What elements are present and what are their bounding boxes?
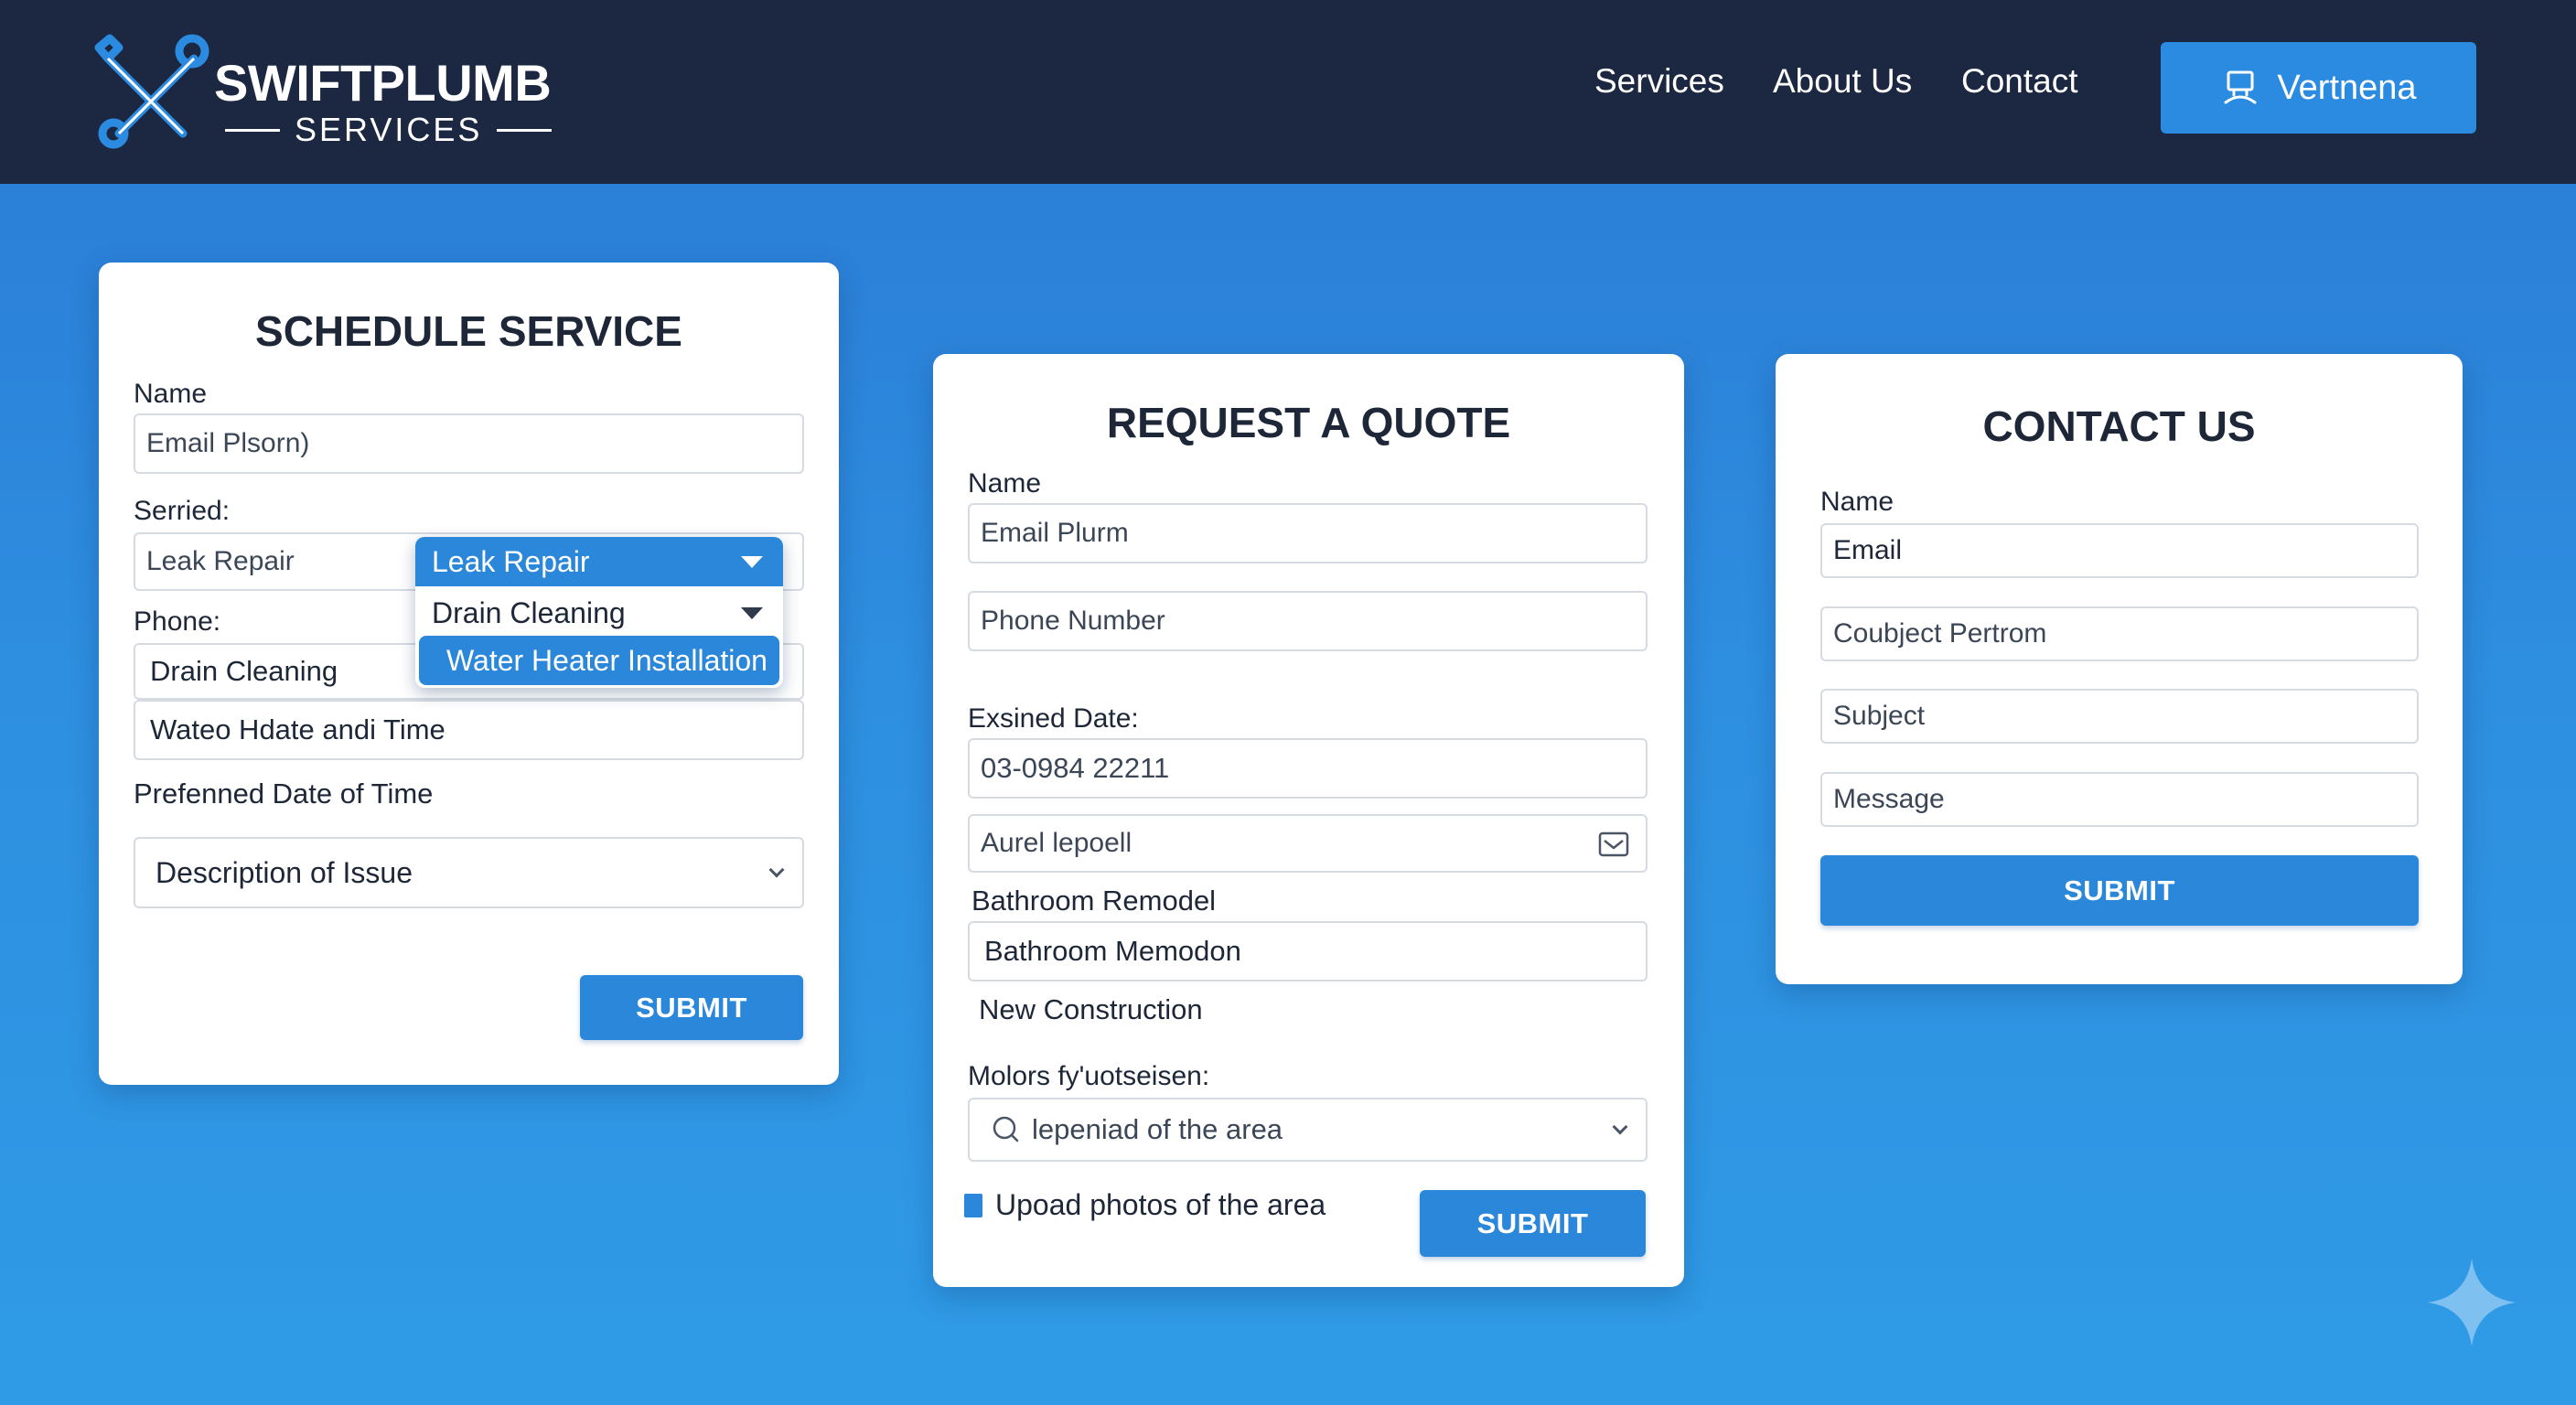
quote-date-input[interactable]: 03-0984 22211	[968, 738, 1648, 799]
dropdown-selected-label: Leak Repair	[432, 544, 590, 578]
schedule-service-label: Serried:	[134, 496, 231, 526]
quote-new-construction-option[interactable]: New Construction	[979, 993, 1203, 1026]
contact-message-input[interactable]: Message	[1820, 772, 2419, 827]
sparkle-icon	[2428, 1259, 2516, 1346]
schedule-name-label: Name	[134, 379, 208, 409]
header-cta-button[interactable]: Vertnena	[2161, 42, 2476, 134]
search-icon	[993, 1116, 1019, 1142]
contact-subject-input[interactable]: Subject	[1820, 689, 2419, 744]
tagline-text: SERVICES	[295, 111, 483, 148]
contact-submit-button[interactable]: SUBMIT	[1820, 855, 2419, 926]
chevron-down-icon	[1612, 1119, 1628, 1135]
dropdown-option-drain-cleaning[interactable]: Drain Cleaning	[415, 588, 783, 638]
quote-area-select-value: lepeniad of the area	[1032, 1113, 1283, 1145]
schedule-date-time-input[interactable]: Wateo Hdate andi Time	[134, 700, 804, 760]
schedule-name-input[interactable]: Email Plsorn)	[134, 413, 804, 474]
quote-project-label: Bathroom Remodel	[971, 885, 1217, 917]
quote-project-input[interactable]: Bathroom Memodon	[968, 921, 1648, 981]
schedule-preferred-label: Prefenned Date of Time	[134, 778, 434, 810]
upload-photos-label: Upoad photos of the area	[995, 1188, 1326, 1221]
quote-submit-button[interactable]: SUBMIT	[1420, 1190, 1646, 1257]
nav-about-us[interactable]: About Us	[1773, 62, 1912, 101]
contact-email-input[interactable]: Email	[1820, 523, 2419, 578]
schedule-title: SCHEDULE SERVICE	[255, 307, 682, 355]
wrench-cross-icon	[94, 34, 209, 149]
contact-us-card: CONTACT US Name Email Coubject Pertrom S…	[1776, 354, 2463, 984]
desktop-user-icon	[2224, 70, 2257, 104]
cta-label: Vertnena	[2277, 68, 2417, 107]
contact-name-label: Name	[1820, 487, 1894, 517]
quote-email-value: Aurel lepoell	[981, 828, 1132, 858]
site-header: SWIFTPLUMB SERVICES Services About Us Co…	[0, 0, 2576, 184]
quote-name-label: Name	[968, 468, 1042, 499]
tagline-rule-left	[225, 128, 280, 132]
quote-phone-input[interactable]: Phone Number	[968, 591, 1648, 651]
quote-email-input[interactable]: Aurel lepoell	[968, 814, 1648, 873]
upload-photos-checkbox[interactable]	[964, 1194, 982, 1217]
nav-services[interactable]: Services	[1594, 62, 1724, 101]
request-quote-card: REQUEST A QUOTE Name Email Plurm Phone N…	[933, 354, 1684, 1287]
nav-contact[interactable]: Contact	[1961, 62, 2078, 101]
contact-subject-person-input[interactable]: Coubject Pertrom	[1820, 606, 2419, 661]
brand-name: SWIFTPLUMB	[214, 54, 552, 112]
quote-motors-label: Molors fy'uotseisen:	[968, 1061, 1210, 1091]
dropdown-option-label: Drain Cleaning	[432, 595, 626, 629]
quote-area-select[interactable]: lepeniad of the area	[968, 1098, 1648, 1162]
dropdown-selected-leak-repair[interactable]: Leak Repair	[415, 537, 783, 586]
chevron-down-icon	[768, 862, 785, 878]
schedule-issue-select-value: Description of Issue	[156, 855, 413, 889]
quote-name-input[interactable]: Email Plurm	[968, 503, 1648, 563]
quote-date-label: Exsined Date:	[968, 703, 1139, 734]
dropdown-option-water-heater[interactable]: Water Heater Installation	[419, 636, 779, 685]
service-dropdown-menu: Leak Repair Drain Cleaning Water Heater …	[415, 537, 783, 688]
schedule-submit-button[interactable]: SUBMIT	[580, 975, 803, 1040]
quote-title: REQUEST A QUOTE	[1106, 399, 1511, 446]
schedule-phone-label: Phone:	[134, 606, 221, 637]
contact-title: CONTACT US	[1982, 402, 2256, 450]
envelope-icon[interactable]	[1598, 831, 1629, 858]
schedule-issue-select[interactable]: Description of Issue	[134, 837, 804, 908]
brand-tagline: SERVICES	[225, 108, 553, 152]
brand-logo[interactable]: SWIFTPLUMB SERVICES	[91, 31, 553, 154]
caret-down-icon	[741, 556, 763, 568]
caret-down-icon	[741, 607, 763, 619]
tagline-rule-right	[497, 128, 553, 132]
